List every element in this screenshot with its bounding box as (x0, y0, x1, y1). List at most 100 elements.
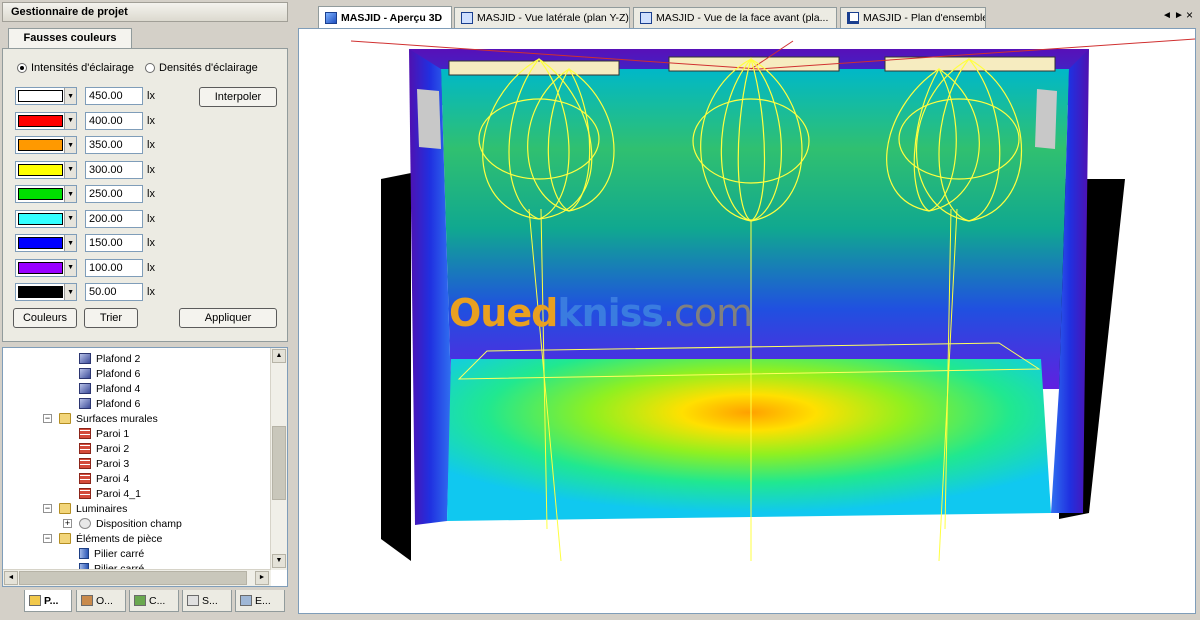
radio-intensities-button[interactable] (17, 63, 27, 73)
color-picker[interactable]: ▼ (15, 234, 77, 252)
color-row: ▼ 450.00 lx (15, 87, 155, 105)
hscroll-thumb[interactable] (19, 571, 247, 585)
objects-icon (81, 595, 93, 606)
wall-icon (79, 428, 91, 439)
radio-densities[interactable]: Densités d'éclairage (145, 62, 258, 74)
gear-icon (79, 518, 91, 529)
lux-value-field[interactable]: 250.00 (85, 185, 143, 203)
tree-item[interactable]: Paroi 4_1 (79, 486, 141, 501)
color-picker[interactable]: ▼ (15, 111, 77, 130)
collapse-icon[interactable]: − (43, 414, 52, 423)
tree-item[interactable]: Paroi 1 (79, 426, 129, 441)
bottom-tab-print[interactable]: E... (235, 590, 285, 612)
scroll-tabs-left-icon[interactable]: ◄ (1162, 10, 1172, 21)
scroll-up-icon[interactable]: ▲ (272, 349, 286, 363)
tree-item-label: Surfaces murales (76, 412, 158, 425)
viewport-3d[interactable]: Ouedkniss.com (298, 28, 1196, 614)
colors-button[interactable]: Couleurs (13, 308, 77, 328)
interpolate-button[interactable]: Interpoler (199, 87, 277, 107)
color-picker[interactable]: ▼ (15, 87, 77, 105)
tree-item[interactable]: Éléments de pièce (59, 531, 162, 546)
project-manager-panel: Gestionnaire de projet Fausses couleurs … (0, 0, 292, 620)
chevron-down-icon[interactable]: ▼ (64, 284, 76, 300)
tab-floor-plan[interactable]: MASJID - Plan d'ensemble (840, 7, 986, 28)
tree-item[interactable]: Pilier carré (79, 546, 144, 561)
apply-button[interactable]: Appliquer (179, 308, 277, 328)
radio-intensities[interactable]: Intensités d'éclairage (17, 62, 134, 74)
color-picker[interactable]: ▼ (15, 283, 77, 301)
panel-header: Gestionnaire de projet (2, 2, 288, 22)
bottom-tab-project[interactable]: P... (24, 590, 72, 612)
tree-vertical-scrollbar[interactable]: ▲ ▼ (270, 348, 287, 570)
tree-item[interactable]: Plafond 6 (79, 396, 140, 411)
lux-value-field[interactable]: 450.00 (85, 87, 143, 105)
close-view-icon[interactable]: × (1186, 8, 1193, 22)
tree-item[interactable]: Paroi 3 (79, 456, 129, 471)
folder-icon (59, 533, 71, 544)
scroll-tabs-right-icon[interactable]: ► (1174, 10, 1184, 21)
tree-item[interactable]: Paroi 4 (79, 471, 129, 486)
tree-item-label: Luminaires (76, 502, 128, 515)
tree-item-label: Plafond 6 (96, 367, 141, 380)
tree-item[interactable]: Disposition champ (79, 516, 182, 531)
bottom-tab-label: O... (96, 594, 113, 607)
tab-3d-preview[interactable]: MASJID - Aperçu 3D (318, 6, 452, 28)
chevron-down-icon[interactable]: ▼ (64, 137, 76, 153)
color-swatch (18, 188, 64, 200)
chevron-down-icon[interactable]: ▼ (64, 186, 76, 202)
color-picker[interactable]: ▼ (15, 160, 77, 179)
lux-unit-label: lx (147, 139, 155, 151)
lux-unit-label: lx (147, 261, 155, 274)
radio-densities-button[interactable] (145, 63, 155, 73)
color-picker[interactable]: ▼ (15, 209, 77, 228)
bottom-tab-objects[interactable]: O... (76, 590, 126, 612)
tree-item[interactable]: Luminaires (59, 501, 127, 516)
collapse-icon[interactable]: − (43, 504, 52, 513)
lux-value-field[interactable]: 100.00 (85, 258, 143, 277)
bottom-tab-colors[interactable]: C... (129, 590, 179, 612)
tree-item[interactable]: Plafond 6 (79, 366, 140, 381)
scroll-thumb[interactable] (272, 426, 286, 500)
chevron-down-icon[interactable]: ▼ (64, 112, 76, 129)
color-picker[interactable]: ▼ (15, 258, 77, 277)
tab-false-colors[interactable]: Fausses couleurs (8, 28, 132, 48)
tab-front-view[interactable]: MASJID - Vue de la face avant (pla... (633, 7, 837, 28)
lux-value-field[interactable]: 50.00 (85, 283, 143, 301)
color-swatch (18, 163, 64, 176)
project-icon (29, 595, 41, 606)
tree-item-label: Paroi 4_1 (96, 487, 141, 500)
lux-value-field[interactable]: 350.00 (85, 136, 143, 154)
lux-value-field[interactable]: 150.00 (85, 234, 143, 252)
chevron-down-icon[interactable]: ▼ (64, 88, 76, 104)
tree-horizontal-scrollbar[interactable]: ◄ ► (3, 569, 271, 586)
tab-side-view[interactable]: MASJID - Vue latérale (plan Y-Z) (454, 7, 630, 28)
radio-densities-label: Densités d'éclairage (159, 62, 258, 74)
lux-value-field[interactable]: 400.00 (85, 111, 143, 130)
tree-item-label: Éléments de pièce (76, 532, 163, 545)
color-row: ▼ 350.00 lx (15, 136, 155, 154)
scenes-icon (187, 595, 199, 606)
expand-icon[interactable]: + (63, 519, 72, 528)
watermark: Ouedkniss.com (449, 291, 753, 335)
lux-value-field[interactable]: 200.00 (85, 209, 143, 228)
tree-item[interactable]: Plafond 4 (79, 381, 140, 396)
chevron-down-icon[interactable]: ▼ (64, 210, 76, 227)
color-picker[interactable]: ▼ (15, 136, 77, 154)
scroll-down-icon[interactable]: ▼ (272, 554, 286, 568)
bottom-tab-scenes[interactable]: S... (182, 590, 232, 612)
chevron-down-icon[interactable]: ▼ (64, 235, 76, 251)
collapse-icon[interactable]: − (43, 534, 52, 543)
tree-item[interactable]: Paroi 2 (79, 441, 129, 456)
scroll-right-icon[interactable]: ► (255, 571, 269, 585)
tree-item[interactable]: Surfaces murales (59, 411, 158, 426)
outer-wall-left (381, 173, 411, 561)
scroll-left-icon[interactable]: ◄ (4, 571, 18, 585)
chevron-down-icon[interactable]: ▼ (64, 161, 76, 178)
sort-button[interactable]: Trier (84, 308, 138, 328)
chevron-down-icon[interactable]: ▼ (64, 259, 76, 276)
color-swatch (18, 261, 64, 274)
lux-value-field[interactable]: 300.00 (85, 160, 143, 179)
tree-item[interactable]: Plafond 2 (79, 351, 140, 366)
color-swatch (18, 286, 64, 298)
color-picker[interactable]: ▼ (15, 185, 77, 203)
